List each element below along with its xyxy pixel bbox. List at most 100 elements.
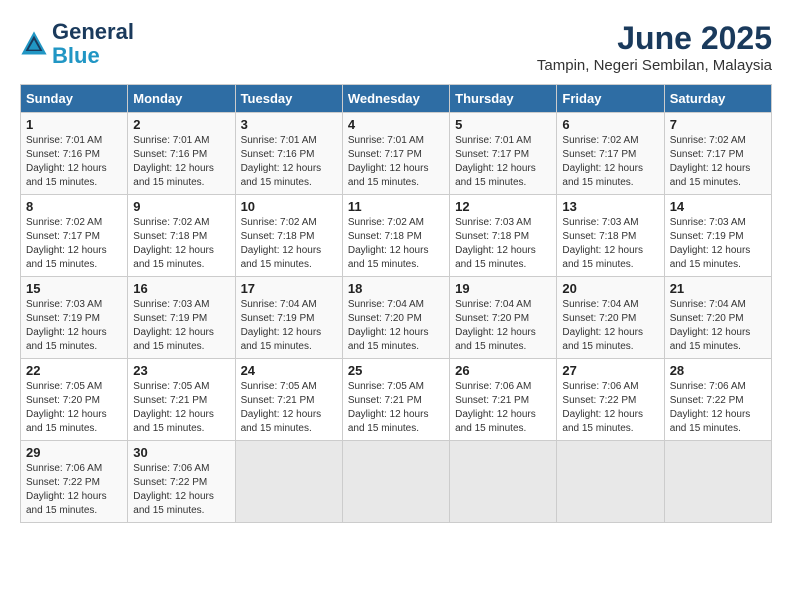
- sunset-label: Sunset: 7:20 PM: [455, 313, 529, 324]
- day-number: 4: [348, 117, 444, 132]
- calendar-cell: 28 Sunrise: 7:06 AM Sunset: 7:22 PM Dayl…: [664, 359, 771, 441]
- calendar-cell: 15 Sunrise: 7:03 AM Sunset: 7:19 PM Dayl…: [21, 277, 128, 359]
- sunrise-label: Sunrise: 7:03 AM: [133, 299, 209, 310]
- day-info: Sunrise: 7:06 AM Sunset: 7:22 PM Dayligh…: [562, 380, 658, 436]
- header-day-monday: Monday: [128, 85, 235, 113]
- sunrise-label: Sunrise: 7:01 AM: [348, 135, 424, 146]
- day-number: 8: [26, 199, 122, 214]
- day-info: Sunrise: 7:02 AM Sunset: 7:18 PM Dayligh…: [348, 216, 444, 272]
- calendar-cell: 7 Sunrise: 7:02 AM Sunset: 7:17 PM Dayli…: [664, 113, 771, 195]
- day-number: 12: [455, 199, 551, 214]
- daylight-label: Daylight: 12 hours and 15 minutes.: [348, 327, 429, 352]
- calendar-cell: 10 Sunrise: 7:02 AM Sunset: 7:18 PM Dayl…: [235, 195, 342, 277]
- header-day-saturday: Saturday: [664, 85, 771, 113]
- logo-text: GeneralBlue: [52, 20, 134, 68]
- day-number: 15: [26, 281, 122, 296]
- sunset-label: Sunset: 7:17 PM: [670, 149, 744, 160]
- day-info: Sunrise: 7:02 AM Sunset: 7:17 PM Dayligh…: [562, 134, 658, 190]
- daylight-label: Daylight: 12 hours and 15 minutes.: [562, 409, 643, 434]
- day-info: Sunrise: 7:03 AM Sunset: 7:19 PM Dayligh…: [133, 298, 229, 354]
- sunset-label: Sunset: 7:16 PM: [133, 149, 207, 160]
- calendar-cell: 9 Sunrise: 7:02 AM Sunset: 7:18 PM Dayli…: [128, 195, 235, 277]
- sunrise-label: Sunrise: 7:06 AM: [26, 463, 102, 474]
- day-info: Sunrise: 7:03 AM Sunset: 7:19 PM Dayligh…: [26, 298, 122, 354]
- sunset-label: Sunset: 7:21 PM: [455, 395, 529, 406]
- sunrise-label: Sunrise: 7:05 AM: [133, 381, 209, 392]
- calendar-week-2: 8 Sunrise: 7:02 AM Sunset: 7:17 PM Dayli…: [21, 195, 772, 277]
- page-title: June 2025: [537, 20, 772, 57]
- daylight-label: Daylight: 12 hours and 15 minutes.: [241, 245, 322, 270]
- calendar-cell: 13 Sunrise: 7:03 AM Sunset: 7:18 PM Dayl…: [557, 195, 664, 277]
- sunset-label: Sunset: 7:18 PM: [562, 231, 636, 242]
- sunrise-label: Sunrise: 7:04 AM: [241, 299, 317, 310]
- calendar-week-4: 22 Sunrise: 7:05 AM Sunset: 7:20 PM Dayl…: [21, 359, 772, 441]
- day-number: 5: [455, 117, 551, 132]
- sunset-label: Sunset: 7:22 PM: [26, 477, 100, 488]
- day-number: 6: [562, 117, 658, 132]
- daylight-label: Daylight: 12 hours and 15 minutes.: [348, 245, 429, 270]
- calendar-cell: 23 Sunrise: 7:05 AM Sunset: 7:21 PM Dayl…: [128, 359, 235, 441]
- day-number: 17: [241, 281, 337, 296]
- sunset-label: Sunset: 7:19 PM: [670, 231, 744, 242]
- daylight-label: Daylight: 12 hours and 15 minutes.: [26, 245, 107, 270]
- header-day-wednesday: Wednesday: [342, 85, 449, 113]
- sunset-label: Sunset: 7:20 PM: [670, 313, 744, 324]
- daylight-label: Daylight: 12 hours and 15 minutes.: [26, 409, 107, 434]
- header: GeneralBlue June 2025 Tampin, Negeri Sem…: [20, 20, 772, 74]
- calendar-cell: 18 Sunrise: 7:04 AM Sunset: 7:20 PM Dayl…: [342, 277, 449, 359]
- calendar-cell: 14 Sunrise: 7:03 AM Sunset: 7:19 PM Dayl…: [664, 195, 771, 277]
- daylight-label: Daylight: 12 hours and 15 minutes.: [455, 163, 536, 188]
- sunset-label: Sunset: 7:19 PM: [241, 313, 315, 324]
- sunrise-label: Sunrise: 7:02 AM: [26, 217, 102, 228]
- day-number: 23: [133, 363, 229, 378]
- day-number: 29: [26, 445, 122, 460]
- sunset-label: Sunset: 7:17 PM: [348, 149, 422, 160]
- daylight-label: Daylight: 12 hours and 15 minutes.: [26, 327, 107, 352]
- daylight-label: Daylight: 12 hours and 15 minutes.: [670, 163, 751, 188]
- daylight-label: Daylight: 12 hours and 15 minutes.: [133, 163, 214, 188]
- day-number: 25: [348, 363, 444, 378]
- sunrise-label: Sunrise: 7:03 AM: [455, 217, 531, 228]
- sunset-label: Sunset: 7:21 PM: [241, 395, 315, 406]
- day-info: Sunrise: 7:05 AM Sunset: 7:21 PM Dayligh…: [241, 380, 337, 436]
- calendar-cell: 24 Sunrise: 7:05 AM Sunset: 7:21 PM Dayl…: [235, 359, 342, 441]
- sunrise-label: Sunrise: 7:06 AM: [455, 381, 531, 392]
- logo: GeneralBlue: [20, 20, 134, 68]
- sunrise-label: Sunrise: 7:02 AM: [348, 217, 424, 228]
- sunrise-label: Sunrise: 7:04 AM: [670, 299, 746, 310]
- day-number: 28: [670, 363, 766, 378]
- sunrise-label: Sunrise: 7:01 AM: [26, 135, 102, 146]
- daylight-label: Daylight: 12 hours and 15 minutes.: [133, 327, 214, 352]
- day-info: Sunrise: 7:03 AM Sunset: 7:18 PM Dayligh…: [455, 216, 551, 272]
- calendar-cell: [235, 441, 342, 523]
- daylight-label: Daylight: 12 hours and 15 minutes.: [670, 409, 751, 434]
- day-number: 22: [26, 363, 122, 378]
- sunset-label: Sunset: 7:22 PM: [562, 395, 636, 406]
- day-info: Sunrise: 7:02 AM Sunset: 7:18 PM Dayligh…: [133, 216, 229, 272]
- calendar-week-3: 15 Sunrise: 7:03 AM Sunset: 7:19 PM Dayl…: [21, 277, 772, 359]
- header-day-friday: Friday: [557, 85, 664, 113]
- day-info: Sunrise: 7:03 AM Sunset: 7:19 PM Dayligh…: [670, 216, 766, 272]
- sunrise-label: Sunrise: 7:03 AM: [670, 217, 746, 228]
- calendar-week-5: 29 Sunrise: 7:06 AM Sunset: 7:22 PM Dayl…: [21, 441, 772, 523]
- day-number: 10: [241, 199, 337, 214]
- sunrise-label: Sunrise: 7:02 AM: [670, 135, 746, 146]
- calendar-table: SundayMondayTuesdayWednesdayThursdayFrid…: [20, 84, 772, 523]
- day-info: Sunrise: 7:02 AM Sunset: 7:17 PM Dayligh…: [670, 134, 766, 190]
- calendar-cell: 19 Sunrise: 7:04 AM Sunset: 7:20 PM Dayl…: [450, 277, 557, 359]
- sunrise-label: Sunrise: 7:01 AM: [455, 135, 531, 146]
- day-info: Sunrise: 7:06 AM Sunset: 7:22 PM Dayligh…: [133, 462, 229, 518]
- day-number: 24: [241, 363, 337, 378]
- day-info: Sunrise: 7:06 AM Sunset: 7:22 PM Dayligh…: [670, 380, 766, 436]
- calendar-cell: 3 Sunrise: 7:01 AM Sunset: 7:16 PM Dayli…: [235, 113, 342, 195]
- sunset-label: Sunset: 7:22 PM: [670, 395, 744, 406]
- sunset-label: Sunset: 7:18 PM: [455, 231, 529, 242]
- sunrise-label: Sunrise: 7:03 AM: [26, 299, 102, 310]
- calendar-cell: 21 Sunrise: 7:04 AM Sunset: 7:20 PM Dayl…: [664, 277, 771, 359]
- day-number: 16: [133, 281, 229, 296]
- day-number: 2: [133, 117, 229, 132]
- calendar-cell: 29 Sunrise: 7:06 AM Sunset: 7:22 PM Dayl…: [21, 441, 128, 523]
- daylight-label: Daylight: 12 hours and 15 minutes.: [241, 327, 322, 352]
- daylight-label: Daylight: 12 hours and 15 minutes.: [241, 163, 322, 188]
- calendar-header-row: SundayMondayTuesdayWednesdayThursdayFrid…: [21, 85, 772, 113]
